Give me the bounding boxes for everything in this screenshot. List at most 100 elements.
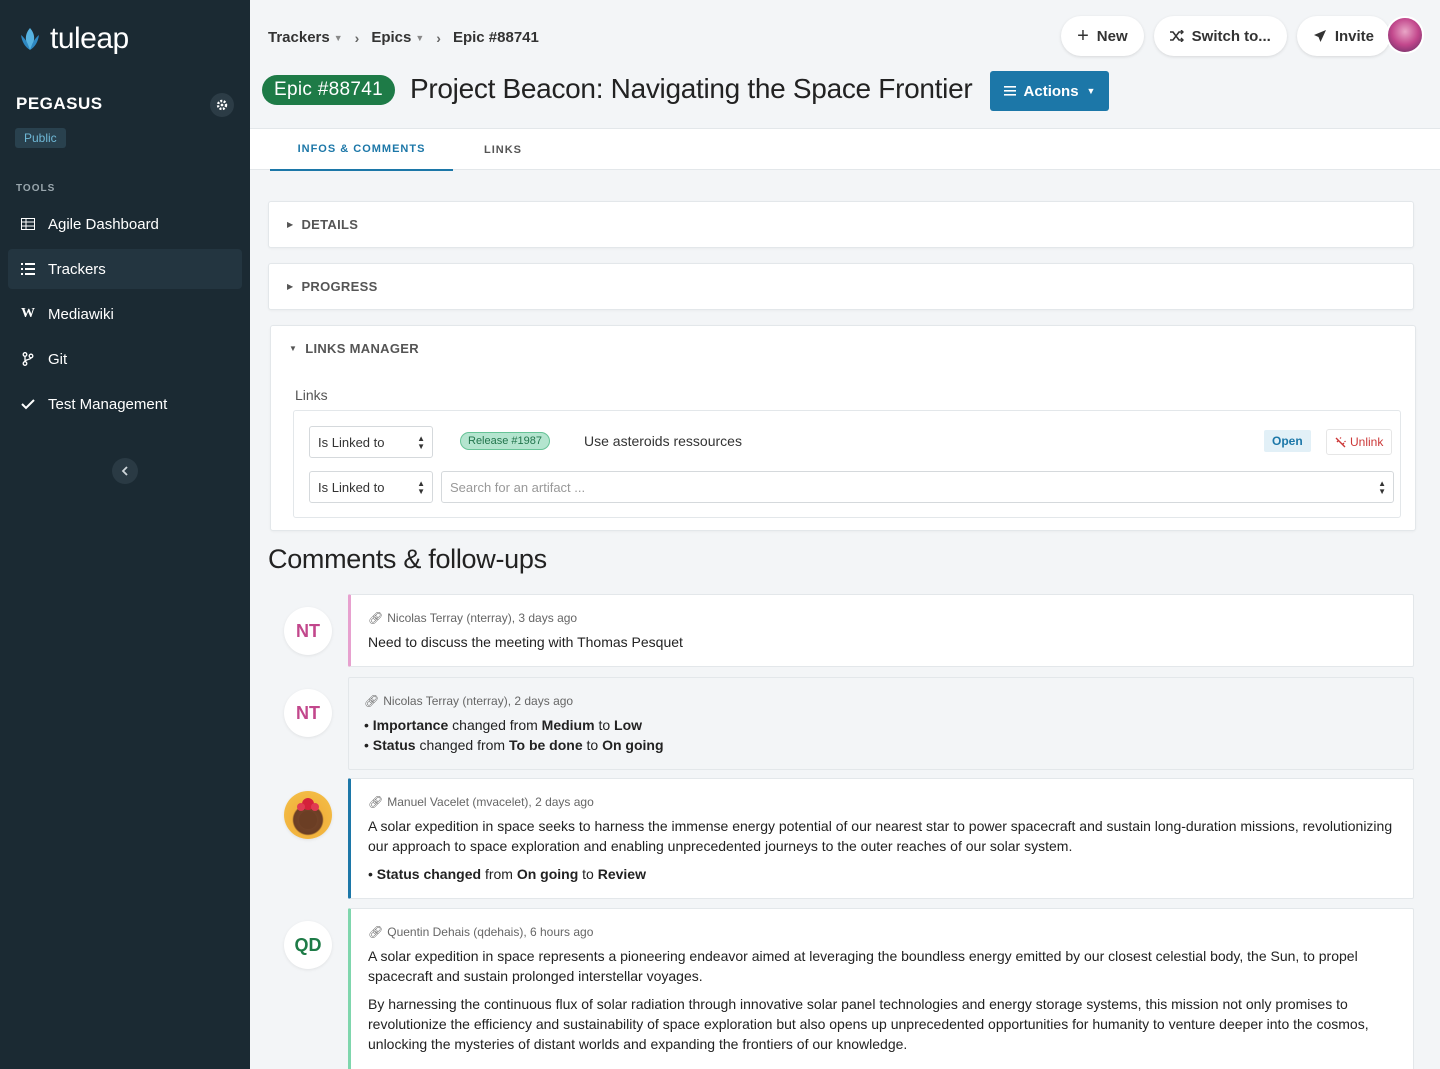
link-icon[interactable]: 🔗︎ (368, 611, 383, 625)
actions-label: Actions (1023, 82, 1079, 100)
main-content: Trackers ▼ › Epics ▼ › Epic #88741 + New… (250, 0, 1440, 1069)
hamburger-icon (1003, 86, 1016, 96)
old-value: Medium (541, 717, 595, 733)
sidebar-item-test-management[interactable]: Test Management (8, 384, 242, 424)
details-section[interactable]: ▶ DETAILS (268, 201, 1414, 248)
new-button[interactable]: + New (1061, 16, 1144, 56)
project-settings-gear-icon[interactable] (210, 93, 234, 117)
changed-field: Importance (372, 717, 449, 733)
invite-label: Invite (1334, 27, 1374, 45)
tab-links[interactable]: LINKS (468, 129, 538, 171)
link-icon[interactable]: 🔗︎ (368, 795, 383, 809)
old-value: To be done (508, 737, 583, 753)
plus-icon: + (1077, 25, 1089, 47)
avatar[interactable]: QD (284, 921, 332, 969)
change-line: • Status changed from On going to Review (368, 866, 646, 882)
linked-artifact-title[interactable]: Use asteroids ressources (584, 433, 742, 449)
changed-field: Status (372, 737, 416, 753)
comment-text: By harnessing the continuous flux of sol… (368, 996, 1369, 1052)
switch-to-button[interactable]: Switch to... (1153, 16, 1287, 56)
old-value: On going (516, 866, 579, 882)
collapse-sidebar-chevron-left-icon[interactable] (112, 458, 138, 484)
new-link-type-select[interactable]: Is Linked to ▲ ▼ (309, 471, 433, 503)
changeset-card: 🔗︎ Nicolas Terray (nterray), 2 days ago … (348, 677, 1414, 770)
new-value: Low (614, 717, 643, 733)
actions-button[interactable]: Actions ▼ (990, 71, 1109, 111)
progress-section[interactable]: ▶ PROGRESS (268, 263, 1414, 310)
chevron-right-icon: › (436, 29, 441, 46)
comment-text: A solar expedition in space seeks to har… (368, 818, 1393, 854)
comment-author-date[interactable]: Manuel Vacelet (mvacelet), 2 days ago (387, 795, 594, 809)
caret-down-icon: ▼ (289, 344, 298, 353)
new-button-label: New (1096, 27, 1128, 45)
comment-card: 🔗︎ Manuel Vacelet (mvacelet), 2 days ago… (348, 778, 1414, 899)
change-text: to (586, 737, 599, 753)
progress-label: PROGRESS (301, 279, 378, 294)
select-arrows-icon: ▲ ▼ (417, 434, 425, 451)
top-actions: + New Switch to... Invite (1061, 16, 1390, 56)
tuleap-logo[interactable]: tuleap (18, 22, 129, 56)
comment-meta: 🔗︎ Nicolas Terray (nterray), 3 days ago (368, 611, 577, 625)
comment-meta: 🔗︎ Nicolas Terray (nterray), 2 days ago (364, 694, 573, 708)
change-text: to (598, 717, 611, 733)
details-title: ▶ DETAILS (287, 217, 358, 232)
comment-author-date[interactable]: Nicolas Terray (nterray), 2 days ago (383, 694, 573, 708)
change-text: from (484, 866, 513, 882)
breadcrumb-label: Epics (371, 29, 412, 46)
links-manager-section: ▼ LINKS MANAGER Links Is Linked to ▲ ▼ Re… (270, 325, 1416, 531)
comments-heading: Comments & follow-ups (268, 544, 547, 574)
sidebar-item-mediawiki[interactable]: W Mediawiki (8, 294, 242, 334)
progress-title: ▶ PROGRESS (287, 279, 378, 294)
link-icon[interactable]: 🔗︎ (364, 694, 379, 708)
comment-meta: 🔗︎ Quentin Dehais (qdehais), 6 hours ago (368, 925, 593, 939)
sidebar-item-label: Test Management (48, 395, 168, 413)
comment-card: 🔗︎ Nicolas Terray (nterray), 3 days ago … (348, 594, 1414, 667)
breadcrumb-epics[interactable]: Epics ▼ (371, 29, 424, 46)
unlink-button[interactable]: Unlink (1326, 429, 1393, 455)
new-link-type-value: Is Linked to (318, 479, 385, 495)
sidebar-item-trackers[interactable]: Trackers (8, 249, 242, 289)
comment-author-date[interactable]: Nicolas Terray (nterray), 3 days ago (387, 611, 577, 625)
sidebar-item-label: Mediawiki (48, 305, 114, 323)
table-icon (20, 216, 36, 232)
new-value: Review (597, 866, 646, 882)
breadcrumb-epic[interactable]: Epic #88741 (453, 29, 539, 46)
comment-author-date[interactable]: Quentin Dehais (qdehais), 6 hours ago (387, 925, 593, 939)
breadcrumb-trackers[interactable]: Trackers ▼ (268, 29, 343, 46)
sidebar-item-label: Trackers (48, 260, 106, 278)
avatar[interactable]: NT (284, 689, 332, 737)
branch-icon (20, 351, 36, 367)
sidebar-item-git[interactable]: Git (8, 339, 242, 379)
caret-right-icon: ▶ (287, 220, 294, 229)
release-badge[interactable]: Release #1987 (460, 432, 551, 450)
invite-button[interactable]: Invite (1296, 16, 1390, 56)
tab-infos-comments[interactable]: INFOS & COMMENTS (270, 129, 453, 171)
project-name[interactable]: PEGASUS (16, 94, 103, 114)
avatar[interactable]: NT (284, 607, 332, 655)
user-avatar[interactable] (1386, 16, 1424, 54)
visibility-badge: Public (15, 128, 66, 148)
artifact-search-placeholder: Search for an artifact ... (450, 479, 586, 495)
link-icon[interactable]: 🔗︎ (368, 925, 383, 939)
sidebar: tuleap PEGASUS Public TOOLS Agile Dashbo… (0, 0, 250, 1069)
tuleap-logo-icon (21, 28, 39, 50)
caret-down-icon: ▼ (333, 32, 343, 43)
artifact-search-input[interactable]: Search for an artifact ... ▲ ▼ (441, 471, 1394, 503)
tabs: INFOS & COMMENTS LINKS (250, 128, 1440, 171)
paper-plane-icon (1313, 30, 1326, 42)
logo-text: tuleap (50, 22, 129, 55)
new-value: On going (602, 737, 664, 753)
changed-field: Status changed (376, 866, 482, 882)
links-box: Is Linked to ▲ ▼ Release #1987 Use astero… (293, 410, 1401, 518)
chevron-right-icon: › (354, 29, 360, 46)
switch-to-label: Switch to... (1191, 27, 1271, 45)
sidebar-item-agile-dashboard[interactable]: Agile Dashboard (8, 204, 242, 244)
links-label: Links (295, 387, 328, 403)
avatar[interactable] (284, 791, 332, 839)
link-type-select[interactable]: Is Linked to ▲ ▼ (309, 426, 433, 458)
change-text: to (582, 866, 594, 882)
links-manager-title[interactable]: ▼ LINKS MANAGER (289, 341, 419, 356)
select-arrows-icon: ▲ ▼ (1378, 479, 1386, 496)
details-label: DETAILS (301, 217, 359, 232)
caret-right-icon: ▶ (287, 282, 294, 291)
